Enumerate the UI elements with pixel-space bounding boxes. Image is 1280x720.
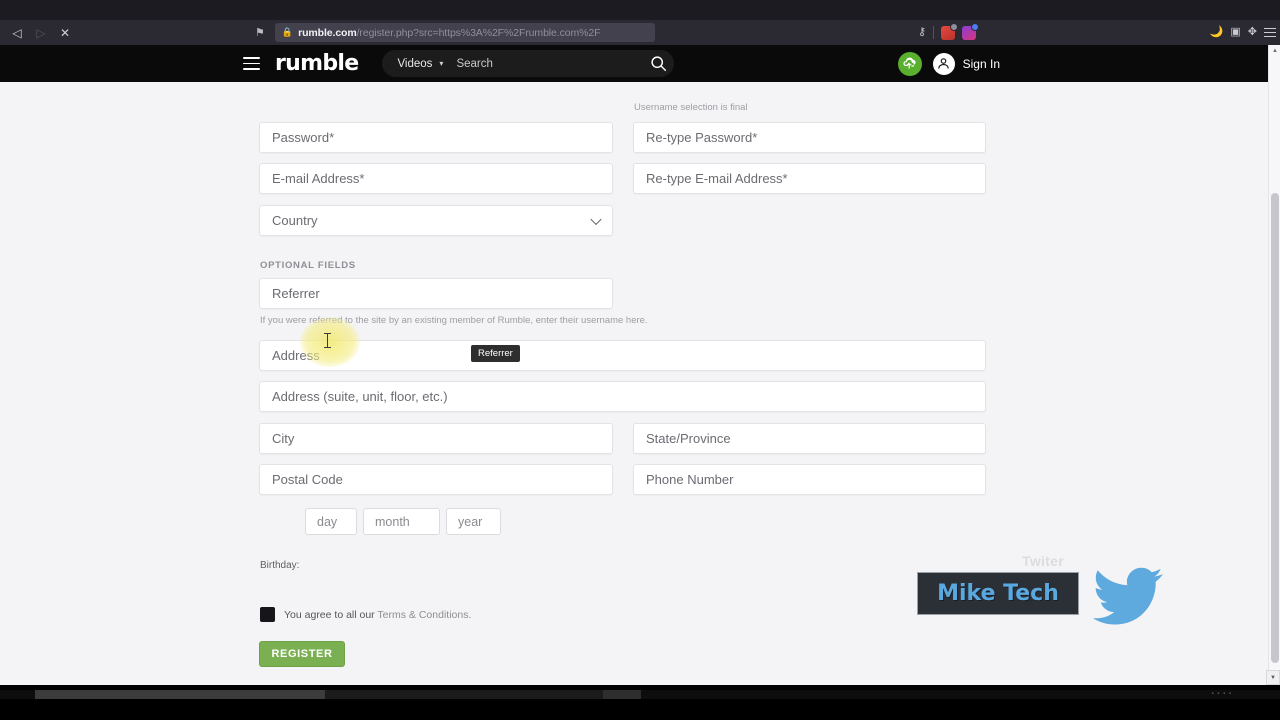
url-path: /register.php?src=https%3A%2F%2Frumble.c… (356, 26, 601, 39)
browser-toolbar: ◁ ▷ ✕ ⚑ 🔒 rumble.com/register.php?src=ht… (0, 20, 1280, 45)
referrer-placeholder: Referrer (272, 286, 320, 301)
terms-text-label: You agree to all our (284, 608, 375, 621)
register-button[interactable]: REGISTER (259, 641, 345, 667)
browser-tab-strip (0, 0, 1280, 20)
search-input[interactable]: Search (443, 58, 642, 70)
forward-arrow-icon[interactable]: ▷ (30, 23, 52, 43)
toolbar-extensions-right: 🌙 ▣ ✥ (1210, 20, 1276, 45)
extension-badge-dot (971, 22, 980, 31)
player-progress-buffered (35, 690, 325, 699)
terms-checkbox[interactable] (260, 607, 275, 622)
phone-number-placeholder: Phone Number (646, 472, 734, 487)
toolbar-divider (933, 26, 935, 39)
signin-button[interactable]: Sign In (932, 52, 1000, 75)
user-avatar-icon (932, 52, 955, 75)
terms-conditions-link[interactable]: Terms & Conditions. (377, 609, 471, 621)
email-input[interactable]: E-mail Address* (259, 163, 613, 194)
back-arrow-icon[interactable]: ◁ (6, 23, 28, 43)
state-placeholder: State/Province (646, 431, 731, 446)
pocket-icon[interactable]: 🌙 (1210, 27, 1224, 38)
username-helper-text: Username selection is final (634, 102, 748, 113)
postal-code-placeholder: Postal Code (272, 472, 343, 487)
birthday-label: Birthday: (260, 560, 300, 571)
scrollbar-corner: ▼ (1266, 670, 1280, 685)
optional-fields-label: OPTIONAL FIELDS (260, 260, 356, 271)
text-cursor-icon (324, 333, 331, 348)
address-bar-area: ⚑ 🔒 rumble.com/register.php?src=https%3A… (255, 23, 655, 42)
referrer-input[interactable]: Referrer (259, 278, 613, 309)
vertical-scrollbar[interactable]: ▲ ▼ (1268, 45, 1280, 685)
postal-code-input[interactable]: Postal Code (259, 464, 613, 495)
account-icon[interactable]: ▣ (1230, 27, 1240, 38)
twitter-label: Twiter (1022, 553, 1064, 569)
retype-password-input[interactable]: Re-type Password* (633, 122, 986, 153)
signin-label: Sign In (962, 56, 1000, 71)
search-category-select[interactable]: Videos ▾ (382, 58, 443, 70)
birthday-year-input[interactable]: year (446, 508, 501, 535)
password-placeholder: Password* (272, 130, 335, 145)
birthday-day-placeholder: day (317, 514, 338, 529)
registration-form: Name Username Username selection is fina… (0, 45, 1268, 685)
player-control-bar: ▪ ▪ ▪ ▪ (0, 685, 1280, 720)
extension-badge-count (950, 22, 959, 31)
browser-nav-buttons: ◁ ▷ ✕ (0, 23, 76, 43)
birthday-year-placeholder: year (458, 514, 483, 529)
birthday-month-placeholder: month (375, 514, 410, 529)
player-progress-segment (325, 690, 605, 699)
site-header: rumble Videos ▾ Search Sign In (0, 45, 1268, 82)
twitter-bird-icon (1092, 565, 1164, 630)
search-bar: Videos ▾ Search (382, 50, 675, 77)
state-input[interactable]: State/Province (633, 423, 986, 454)
search-category-label: Videos (397, 57, 433, 70)
address-bar-url: rumble.com/register.php?src=https%3A%2F%… (298, 27, 600, 39)
url-domain: rumble.com (298, 26, 357, 39)
address-placeholder: Address (272, 348, 320, 363)
puzzle-extension-icon[interactable]: ✥ (1248, 27, 1257, 38)
player-chapter-dots: ▪ ▪ ▪ ▪ (1211, 691, 1232, 697)
referrer-helper-text: If you were referred to the site by an e… (260, 315, 648, 326)
player-progress-marker (603, 690, 641, 699)
birthday-month-input[interactable]: month (363, 508, 440, 535)
cloud-upload-icon[interactable] (897, 51, 922, 76)
scrollbar-thumb[interactable] (1271, 193, 1279, 663)
stop-loading-icon[interactable]: ✕ (54, 23, 76, 43)
brand-label: Mike Tech (937, 581, 1059, 606)
site-header-actions: Sign In (897, 45, 1000, 82)
email-placeholder: E-mail Address* (272, 171, 365, 186)
terms-row: You agree to all our Terms & Conditions. (260, 607, 471, 622)
scroll-up-arrow-icon[interactable]: ▲ (1269, 45, 1280, 57)
address-input[interactable]: Address (259, 340, 986, 371)
bookmark-icon[interactable]: ⚑ (255, 26, 265, 39)
retype-email-placeholder: Re-type E-mail Address* (646, 171, 788, 186)
brand-badge: Mike Tech (917, 572, 1079, 615)
rumble-logo[interactable]: rumble (275, 51, 359, 76)
search-icon[interactable] (642, 55, 674, 72)
address2-placeholder: Address (suite, unit, floor, etc.) (272, 389, 448, 404)
password-input[interactable]: Password* (259, 122, 613, 153)
terms-text: You agree to all our Terms & Conditions. (284, 609, 471, 621)
birthday-day-input[interactable]: day (305, 508, 357, 535)
retype-email-input[interactable]: Re-type E-mail Address* (633, 163, 986, 194)
city-placeholder: City (272, 431, 295, 446)
phone-number-input[interactable]: Phone Number (633, 464, 986, 495)
password-key-icon[interactable]: ⚷ (918, 27, 926, 38)
retype-password-placeholder: Re-type Password* (646, 130, 758, 145)
city-input[interactable]: City (259, 423, 613, 454)
referrer-tooltip: Referrer (471, 345, 520, 362)
extension-alert-icon[interactable] (962, 22, 980, 40)
hamburger-menu-icon[interactable] (1264, 27, 1276, 38)
country-placeholder: Country (272, 213, 318, 228)
country-select[interactable]: Country (259, 205, 613, 236)
address2-input[interactable]: Address (suite, unit, floor, etc.) (259, 381, 986, 412)
padlock-icon: 🔒 (281, 27, 294, 37)
toolbar-extensions-left: ⚷ (918, 20, 980, 45)
extension-shield-icon[interactable] (941, 22, 959, 40)
hamburger-menu-icon[interactable] (243, 57, 260, 70)
address-bar[interactable]: 🔒 rumble.com/register.php?src=https%3A%2… (274, 23, 655, 42)
page-viewport: Name Username Username selection is fina… (0, 45, 1280, 685)
